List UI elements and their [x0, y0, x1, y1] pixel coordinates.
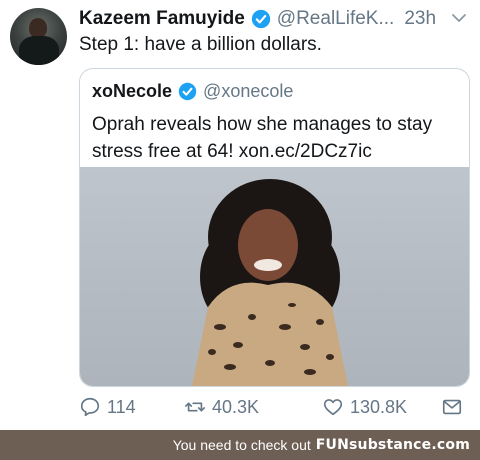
chevron-down-icon[interactable]	[450, 9, 468, 27]
reply-icon	[80, 397, 100, 417]
verified-badge-icon	[178, 82, 197, 101]
reply-button[interactable]: 114	[79, 396, 136, 418]
quoted-author-handle[interactable]: @xonecole	[203, 81, 293, 102]
quoted-tweet[interactable]: xoNecole @xonecole Oprah reveals how she…	[79, 68, 470, 387]
avatar-body-shape	[19, 36, 59, 65]
retweet-button[interactable]: 40.3K	[184, 396, 259, 418]
author-handle[interactable]: @RealLifeK...	[277, 8, 395, 30]
like-count: 130.8K	[350, 396, 408, 417]
author-avatar[interactable]	[10, 8, 67, 65]
quoted-tweet-header: xoNecole @xonecole	[92, 81, 293, 102]
direct-message-button[interactable]	[441, 396, 469, 418]
portrait-photo	[192, 179, 348, 386]
reply-count: 114	[107, 396, 136, 417]
footer-text: You need to check out	[172, 437, 311, 453]
avatar-head-shape	[29, 18, 47, 38]
footer-brand[interactable]: FUNsubstance.com	[316, 437, 470, 453]
verified-badge-icon	[251, 9, 270, 29]
like-button[interactable]: 130.8K	[322, 396, 407, 418]
watermark-footer: You need to check out FUNsubstance.com	[0, 430, 480, 460]
quoted-author-name[interactable]: xoNecole	[92, 81, 172, 102]
like-icon	[323, 399, 343, 416]
tweet-text: Step 1: have a billion dollars.	[79, 34, 322, 55]
author-name[interactable]: Kazeem Famuyide	[79, 8, 245, 30]
tweet-actions: 114 40.3K 130.8K	[79, 396, 468, 424]
quoted-tweet-image[interactable]	[80, 167, 469, 386]
retweet-count: 40.3K	[212, 396, 260, 417]
tweet-header: Kazeem Famuyide @RealLifeK... 23h	[79, 7, 468, 31]
retweet-icon	[185, 402, 205, 412]
tweet-card: Kazeem Famuyide @RealLifeK... 23h Step 1…	[0, 0, 480, 430]
quoted-tweet-text: Oprah reveals how she manages to stay st…	[92, 114, 433, 162]
tweet-timestamp[interactable]: 23h	[404, 8, 436, 30]
message-icon	[442, 399, 462, 415]
